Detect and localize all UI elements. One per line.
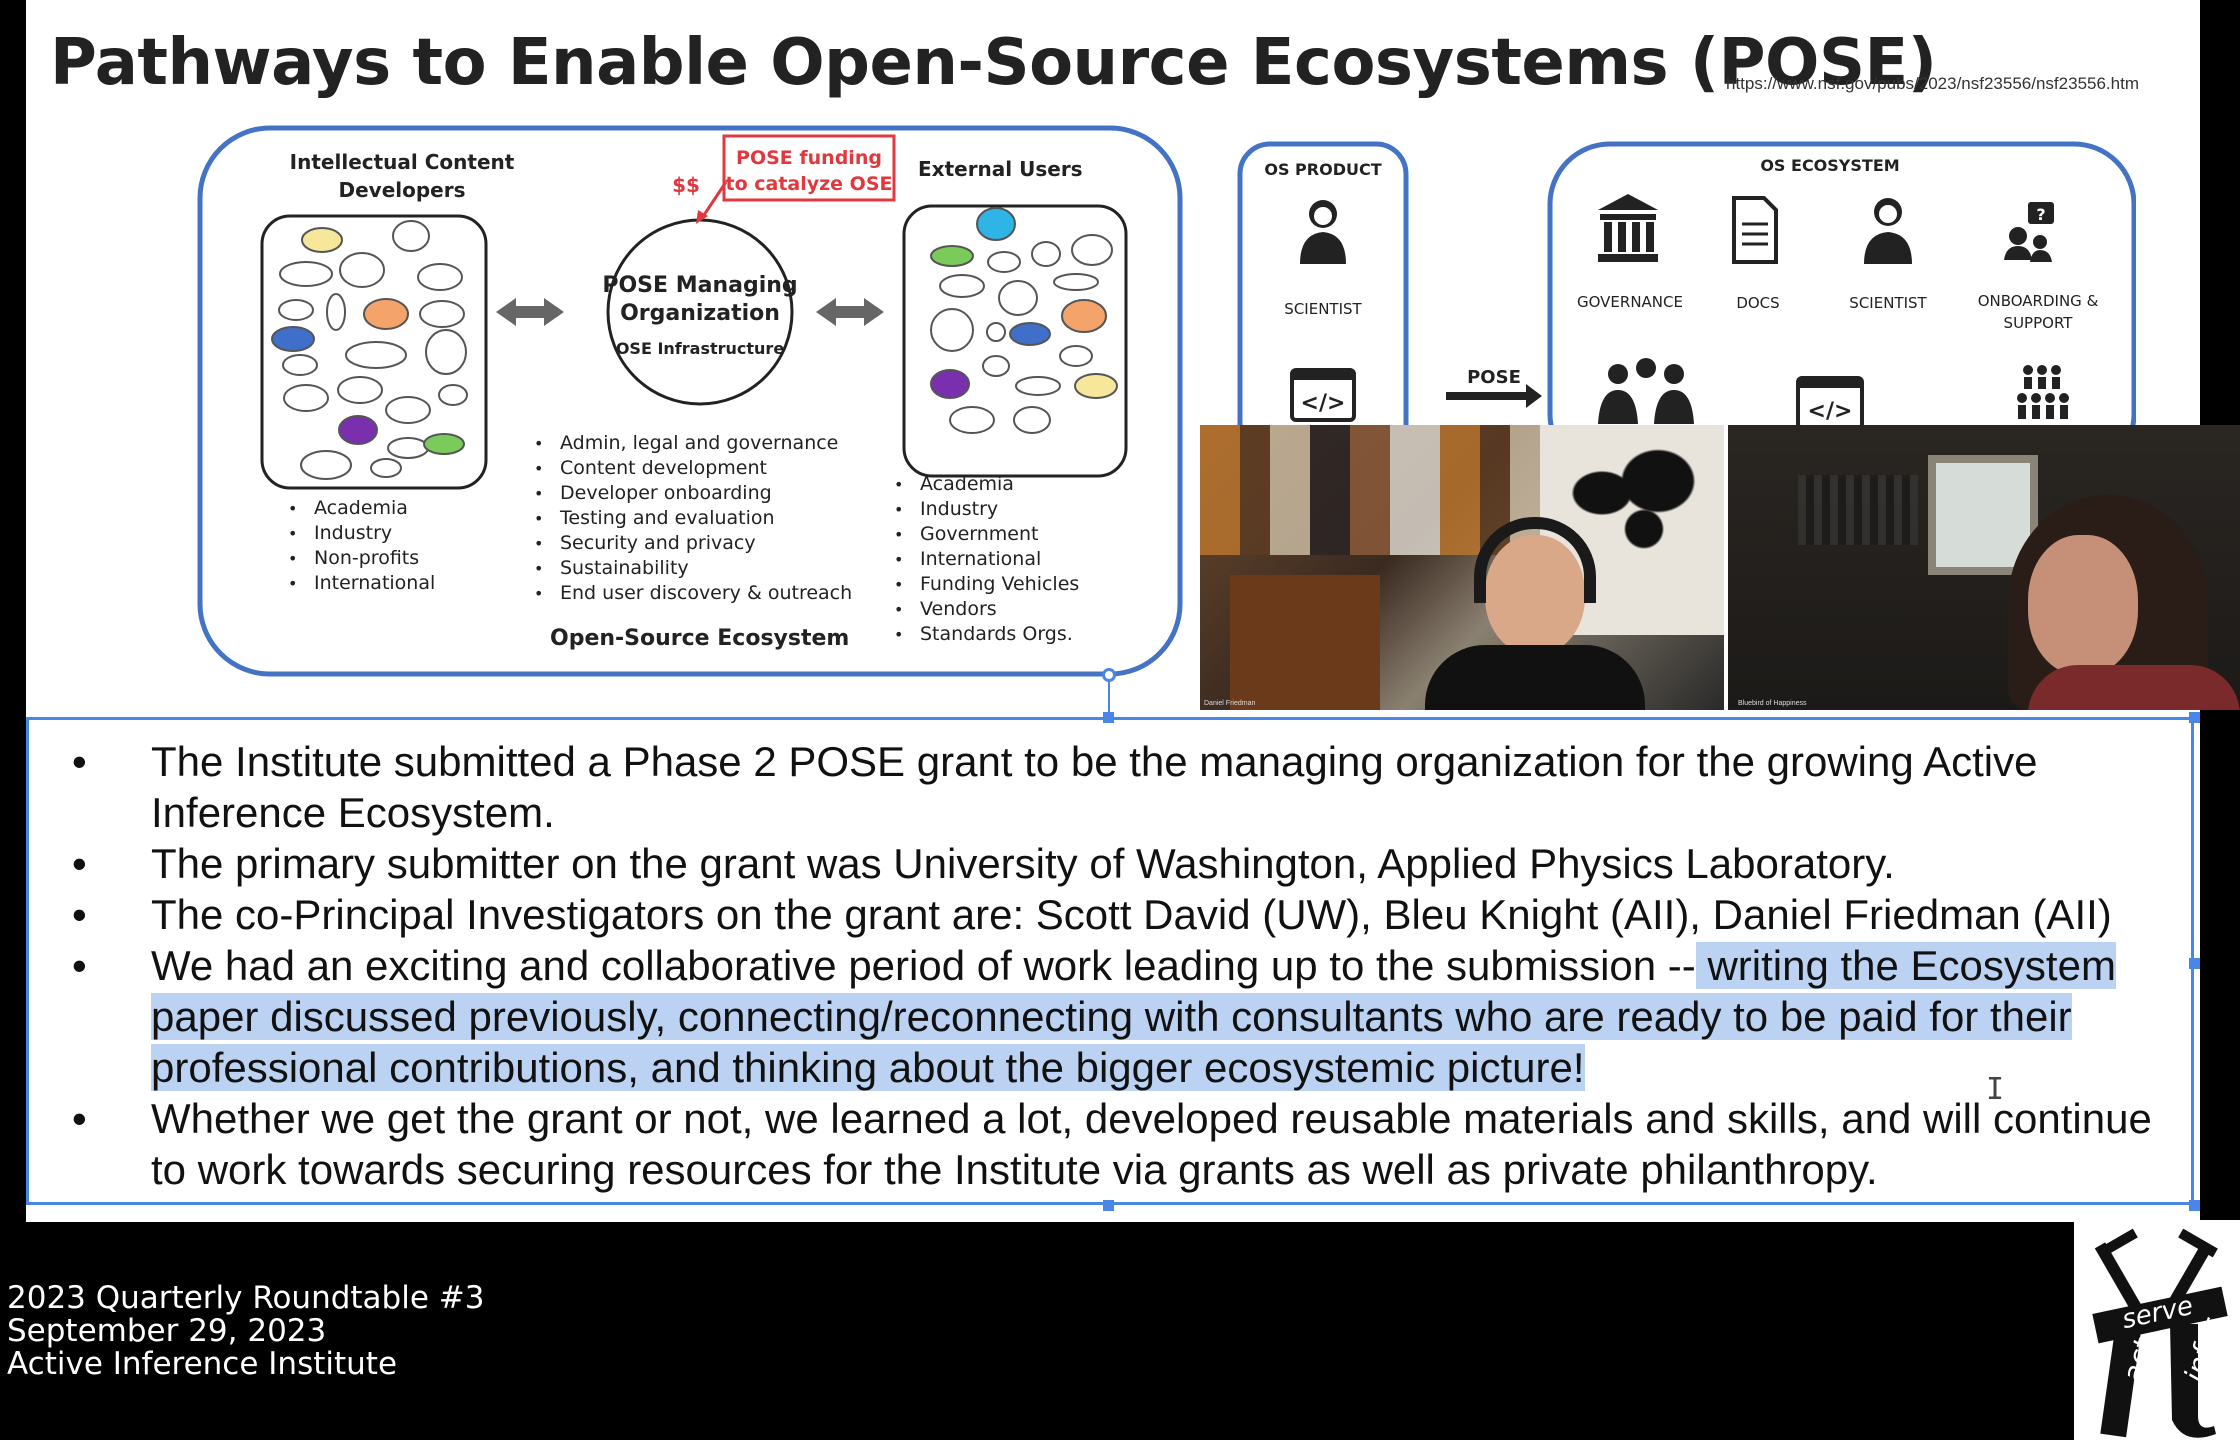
bullet-dot: • (72, 942, 87, 989)
svg-text:</>: </> (1808, 399, 1853, 424)
right-list: Academia Industry Government Internation… (894, 472, 1079, 647)
bullet-text: The co-Principal Investigators on the gr… (151, 891, 2112, 938)
resize-handle[interactable] (1103, 1200, 1114, 1211)
list-item: Security and privacy (534, 531, 852, 556)
list-item: Admin, legal and governance (534, 431, 852, 456)
shelf-items (1798, 475, 1918, 545)
bullet-text: We had an exciting and collaborative per… (151, 942, 1696, 989)
list-item: Academia (894, 472, 1079, 497)
community-icon (2017, 365, 2069, 419)
bullet-item: • The Institute submitted a Phase 2 POSE … (26, 736, 2200, 838)
os-product-title: OS PRODUCT (1264, 160, 1381, 179)
os-ecosystem-title: OS ECOSYSTEM (1760, 156, 1899, 175)
governance-label: GOVERNANCE (1577, 293, 1683, 311)
person-face (2028, 535, 2138, 675)
scientist-icon (1300, 200, 1346, 264)
bullet-dot: • (72, 738, 87, 785)
left-list: Academia Industry Non-profits Internatio… (288, 496, 435, 596)
person-shirt (1425, 645, 1645, 710)
funding-symbol: $$ (672, 173, 700, 197)
scientist-label: SCIENTIST (1284, 300, 1362, 318)
governance-icon (1598, 194, 1658, 262)
rotate-handle[interactable] (1102, 668, 1116, 682)
desk (1230, 575, 1380, 710)
docs-icon (1732, 196, 1778, 264)
caption-line: 2023 Quarterly Roundtable #3 (7, 1280, 485, 1316)
list-item: Industry (288, 521, 435, 546)
pi-logo-icon: serve act infer (2092, 1228, 2229, 1438)
center-title-1: POSE Managing (602, 273, 797, 298)
left-group-title: Intellectual Content Developers (289, 150, 515, 202)
list-item: Testing and evaluation (534, 506, 852, 531)
caption-line: September 29, 2023 (7, 1313, 327, 1349)
bullet-dot: • (72, 1095, 87, 1142)
list-item: International (288, 571, 435, 596)
ecosystem-label: Open-Source Ecosystem (550, 626, 850, 651)
bullet-item: • We had an exciting and collaborative pe… (26, 940, 2200, 1093)
list-item: End user discovery & outreach (534, 581, 852, 606)
bullet-text: The primary submitter on the grant was U… (151, 840, 1895, 887)
list-item: Funding Vehicles (894, 572, 1079, 597)
webcam-tile-bluebird[interactable]: Bluebird of Happiness (1728, 425, 2240, 710)
svg-text:</>: </> (1301, 391, 1346, 416)
participant-name: Daniel Friedman (1204, 700, 1256, 707)
team-icon (1598, 358, 1694, 424)
list-item: International (894, 547, 1079, 572)
os-diagram: OS PRODUCT SCIENTIST </> POSE OS ECOSYST… (1237, 141, 2136, 434)
list-item: Academia (288, 496, 435, 521)
resize-handle[interactable] (2189, 712, 2200, 723)
bullet-item: • Whether we get the grant or not, we lea… (26, 1093, 2200, 1195)
institute-logo: serve act infer (2074, 1220, 2240, 1440)
list-item: Non-profits (288, 546, 435, 571)
participant-name: Bluebird of Happiness (1738, 700, 1807, 707)
code-icon: </> (1796, 376, 1864, 430)
slide-title: Pathways to Enable Open-Source Ecosystem… (50, 26, 1937, 100)
list-item: Developer onboarding (534, 481, 852, 506)
text-cursor-icon: I (1986, 1072, 2005, 1107)
code-icon: </> (1290, 368, 1356, 422)
source-url[interactable]: https://www.nsf.gov/pubs/2023/nsf23556/n… (1726, 74, 2139, 94)
scientist-label: SCIENTIST (1849, 294, 1927, 312)
resize-handle[interactable] (2189, 1200, 2200, 1211)
pose-arrow-label: POSE (1467, 367, 1521, 388)
right-group-title: External Users (918, 157, 1083, 181)
funding-callout-1: POSE funding (736, 147, 882, 169)
webcam-tile-daniel[interactable]: Daniel Friedman (1200, 425, 1724, 710)
stream-caption: 2023 Quarterly Roundtable #3 September 2… (7, 1282, 484, 1381)
docs-label: DOCS (1736, 294, 1779, 312)
bullet-item: • The primary submitter on the grant was … (26, 838, 2200, 889)
scientist-icon (1864, 198, 1912, 264)
list-item: Sustainability (534, 556, 852, 581)
rotate-handle-stem (1108, 681, 1110, 715)
list-item: Standards Orgs. (894, 622, 1079, 647)
caption-line: Active Inference Institute (7, 1346, 398, 1382)
svg-text:?: ? (2036, 205, 2045, 224)
funding-callout-2: to catalyze OSE (725, 173, 892, 195)
center-subtitle: OSE Infrastructure (616, 339, 784, 358)
onboarding-label: ONBOARDING & (1978, 292, 2099, 310)
bullet-item: • The co-Principal Investigators on the g… (26, 889, 2200, 940)
person-top (2028, 665, 2240, 710)
bullet-dot: • (72, 891, 87, 938)
list-item: Government (894, 522, 1079, 547)
onboarding-icon: ? (2004, 202, 2054, 262)
bullet-list[interactable]: • The Institute submitted a Phase 2 POSE … (26, 736, 2200, 1195)
bullet-dot: • (72, 840, 87, 887)
support-label: SUPPORT (2004, 314, 2074, 332)
bullet-text: The Institute submitted a Phase 2 POSE g… (151, 738, 2038, 836)
list-item: Content development (534, 456, 852, 481)
list-item: Industry (894, 497, 1079, 522)
center-list: Admin, legal and governance Content deve… (534, 431, 852, 606)
center-title-2: Organization (620, 301, 780, 326)
list-item: Vendors (894, 597, 1079, 622)
bullet-text: Whether we get the grant or not, we lear… (151, 1095, 2152, 1193)
